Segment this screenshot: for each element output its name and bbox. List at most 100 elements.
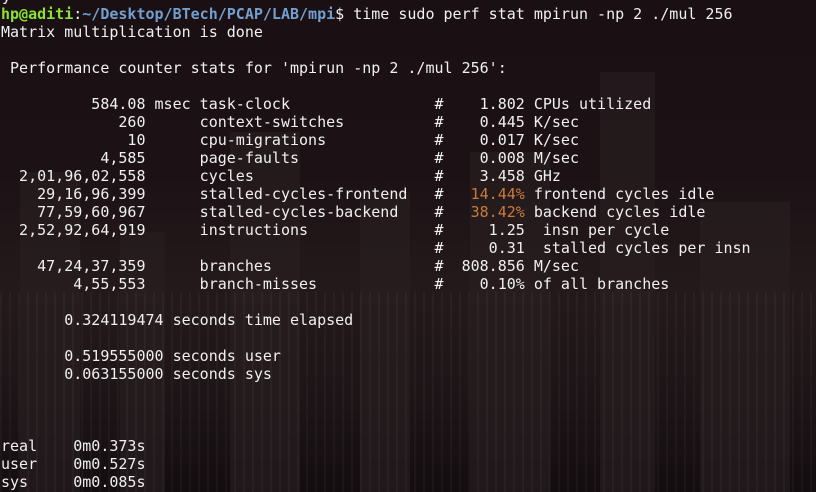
seconds-sys: 0.063155000 seconds sys — [1, 365, 272, 383]
counter-hash: # — [380, 167, 444, 185]
counter-description: M/sec — [524, 257, 579, 275]
counter-hash: # — [380, 131, 444, 149]
counter-hash: # — [380, 221, 444, 239]
counter-row: 260 context-switches # 0.445 K/sec — [1, 113, 816, 131]
counter-row: 584.08 msec task-clock # 1.802 CPUs util… — [1, 95, 816, 113]
prompt-path: ~/Desktop/BTech/PCAP/LAB/mpi — [82, 5, 336, 23]
command-text: time sudo perf stat mpirun -np 2 ./mul 2… — [344, 5, 733, 23]
counter-event: branch-misses — [190, 275, 381, 293]
counter-event: context-switches — [190, 113, 381, 131]
counter-unit — [146, 275, 191, 293]
counter-event: cpu-migrations — [190, 131, 381, 149]
counter-row: 10 cpu-migrations # 0.017 K/sec — [1, 131, 816, 149]
counter-ratio: 0.445 — [443, 113, 525, 131]
counter-unit — [146, 203, 191, 221]
counter-description: of all branches — [524, 275, 670, 293]
counter-description: insn per cycle — [524, 221, 670, 239]
counter-description: K/sec — [524, 131, 579, 149]
counter-description: GHz — [524, 167, 561, 185]
counter-row: 77,59,60,967 stalled-cycles-backend # 38… — [1, 203, 816, 221]
prompt-symbol: $ — [335, 5, 345, 23]
counter-unit — [146, 185, 191, 203]
counter-event: instructions — [190, 221, 381, 239]
counter-unit — [146, 131, 191, 149]
counter-hash: # — [380, 113, 444, 131]
counter-row: 47,24,37,359 branches # 808.856 M/sec — [1, 257, 816, 275]
counter-event: branches — [190, 257, 381, 275]
counter-hash: # — [380, 149, 444, 167]
time-elapsed: 0.324119474 seconds time elapsed — [1, 311, 354, 329]
counter-hash: # — [380, 257, 444, 275]
counter-unit — [146, 113, 191, 131]
prompt-separator: : — [73, 5, 83, 23]
counter-event: stalled-cycles-frontend — [190, 185, 408, 203]
counter-ratio: 14.44% — [443, 185, 525, 203]
counter-value: 77,59,60,967 — [1, 203, 146, 221]
stats-header: Performance counter stats for 'mpirun -n… — [1, 59, 507, 77]
prompt-user-host: hp@aditi — [1, 5, 74, 23]
counter-description: K/sec — [524, 113, 579, 131]
counter-description: M/sec — [524, 149, 579, 167]
counter-row: # 0.31 stalled cycles per insn — [1, 239, 816, 257]
counter-ratio: 0.31 — [443, 239, 525, 257]
counter-hash: # — [380, 95, 444, 113]
counter-value: 47,24,37,359 — [1, 257, 146, 275]
counter-row: 29,16,96,399 stalled-cycles-frontend # 1… — [1, 185, 816, 203]
counter-value: 2,52,92,64,919 — [1, 221, 146, 239]
counter-stats-list: 584.08 msec task-clock # 1.802 CPUs util… — [1, 95, 816, 293]
counter-ratio: 38.42% — [443, 203, 525, 221]
counter-ratio: 3.458 — [443, 167, 525, 185]
command-line: hp@aditi:~/Desktop/BTech/PCAP/LAB/mpi$ t… — [1, 5, 816, 23]
counter-event: cycles — [190, 167, 381, 185]
counter-value: 29,16,96,399 — [1, 185, 146, 203]
counter-row: 4,55,553 branch-misses # 0.10% of all br… — [1, 275, 816, 293]
counter-value: 4,55,553 — [1, 275, 146, 293]
counter-value: 260 — [1, 113, 146, 131]
counter-ratio: 0.10% — [443, 275, 525, 293]
counter-description: frontend cycles idle — [524, 185, 715, 203]
counter-row: 2,01,96,02,558 cycles # 3.458 GHz — [1, 167, 816, 185]
counter-value: 10 — [1, 131, 146, 149]
counter-ratio: 1.25 — [443, 221, 525, 239]
seconds-user: 0.519555000 seconds user — [1, 347, 281, 365]
terminal-window[interactable]: y hp@aditi:~/Desktop/BTech/PCAP/LAB/mpi$… — [0, 0, 816, 491]
counter-hash: # — [380, 275, 444, 293]
counter-unit — [146, 239, 191, 257]
program-message: Matrix multiplication is done — [1, 23, 263, 41]
previous-line-fragment: y — [1, 0, 816, 5]
time-real: real 0m0.373s — [1, 437, 146, 455]
counter-row: 2,52,92,64,919 instructions # 1.25 insn … — [1, 221, 816, 239]
counter-ratio: 0.008 — [443, 149, 525, 167]
counter-ratio: 808.856 — [443, 257, 525, 275]
counter-ratio: 0.017 — [443, 131, 525, 149]
time-sys: sys 0m0.085s — [1, 473, 146, 491]
counter-event: page-faults — [190, 149, 381, 167]
counter-unit — [146, 149, 191, 167]
counter-value: 4,585 — [1, 149, 146, 167]
counter-event: stalled-cycles-backend — [190, 203, 408, 221]
counter-description: CPUs utilized — [524, 95, 652, 113]
counter-hash: # — [380, 239, 444, 257]
counter-event: task-clock — [190, 95, 381, 113]
counter-value — [1, 239, 146, 257]
counter-unit: msec — [145, 95, 191, 113]
counter-event — [191, 239, 381, 257]
time-user: user 0m0.527s — [1, 455, 146, 473]
counter-unit — [146, 221, 191, 239]
counter-row: 4,585 page-faults # 0.008 M/sec — [1, 149, 816, 167]
counter-hash: # — [407, 185, 444, 203]
counter-unit — [146, 167, 191, 185]
counter-value: 2,01,96,02,558 — [1, 167, 146, 185]
counter-ratio: 1.802 — [443, 95, 525, 113]
counter-value: 584.08 — [1, 95, 146, 113]
counter-unit — [146, 257, 191, 275]
counter-hash: # — [407, 203, 444, 221]
counter-description: stalled cycles per insn — [524, 239, 751, 257]
